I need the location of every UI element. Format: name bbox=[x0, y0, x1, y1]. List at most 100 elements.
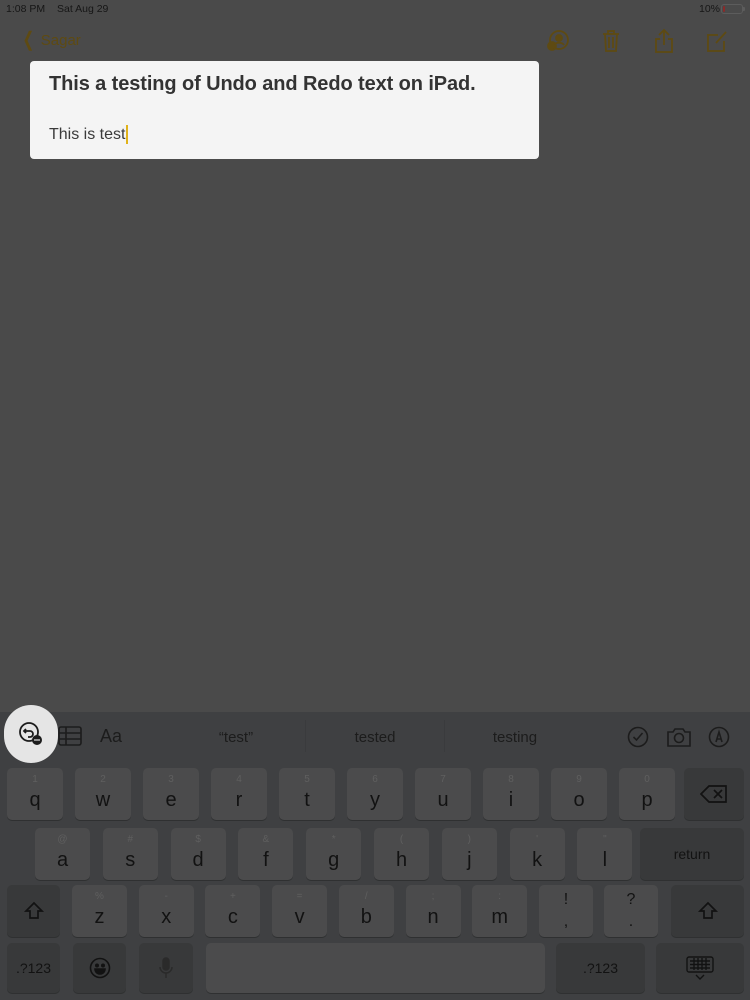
status-date: Sat Aug 29 bbox=[57, 3, 109, 15]
share-icon[interactable] bbox=[651, 28, 677, 54]
key-label: u bbox=[437, 789, 449, 811]
key-t[interactable]: 5t bbox=[279, 768, 335, 820]
key-label: a bbox=[56, 849, 69, 871]
key-label: q bbox=[29, 789, 41, 811]
key-secondary-label: 5 bbox=[304, 774, 310, 785]
key-a[interactable]: @ a bbox=[35, 828, 90, 880]
key-r[interactable]: 4r bbox=[211, 768, 267, 820]
key-e[interactable]: 3e bbox=[143, 768, 199, 820]
status-bar: 1:08 PM Sat Aug 29 10% bbox=[0, 0, 750, 20]
key-secondary-label: 2 bbox=[100, 774, 106, 785]
note-body-text: This is test bbox=[49, 125, 126, 143]
battery-level bbox=[723, 6, 725, 12]
key-d[interactable]: $ d bbox=[170, 828, 226, 880]
key-secondary-label: " bbox=[603, 834, 607, 845]
emoji-key[interactable] bbox=[73, 943, 126, 993]
key-l[interactable]: " l bbox=[577, 828, 633, 880]
status-time: 1:08 PM bbox=[6, 3, 46, 15]
key-j[interactable]: ) j bbox=[441, 828, 497, 880]
key-c[interactable]: + c bbox=[205, 885, 261, 937]
key-y[interactable]: 6y bbox=[347, 768, 403, 820]
suggestion-1[interactable]: “test” bbox=[176, 729, 296, 746]
key-v[interactable]: = v bbox=[272, 885, 328, 937]
keyboard-dismiss-icon bbox=[686, 956, 714, 980]
key-label: w bbox=[95, 789, 111, 811]
key-q[interactable]: 1q bbox=[7, 768, 63, 820]
key-secondary-label: 3 bbox=[168, 774, 174, 785]
key-label: n bbox=[427, 906, 439, 928]
key-secondary-label: ( bbox=[399, 834, 404, 845]
key-p[interactable]: 0p bbox=[619, 768, 675, 820]
key-b[interactable]: / b bbox=[338, 885, 394, 937]
key-secondary-label: & bbox=[262, 834, 270, 845]
key-label: p bbox=[641, 789, 653, 811]
key-label: z bbox=[94, 906, 105, 928]
key-label: b bbox=[360, 906, 372, 928]
suggestion-2[interactable]: tested bbox=[315, 729, 435, 746]
delete-key[interactable] bbox=[684, 768, 744, 820]
trash-icon[interactable] bbox=[598, 28, 624, 54]
key-x[interactable]: -x bbox=[138, 885, 194, 937]
key-i[interactable]: 8i bbox=[483, 768, 539, 820]
table-icon[interactable] bbox=[58, 726, 82, 751]
back-button[interactable]: ❮ Sagar bbox=[20, 30, 81, 50]
key-m[interactable]: :m bbox=[472, 885, 528, 937]
return-key[interactable]: return bbox=[640, 828, 744, 880]
key-label: c bbox=[227, 906, 238, 928]
key-n[interactable]: ; n bbox=[405, 885, 461, 937]
key-secondary-label: 9 bbox=[576, 774, 582, 785]
numbers-key-right[interactable]: .?123 bbox=[556, 943, 645, 993]
undo-button[interactable] bbox=[4, 705, 58, 763]
numbers-key-left[interactable]: .?123 bbox=[7, 943, 60, 993]
key-secondary-label: 4 bbox=[236, 774, 242, 785]
key-k[interactable]: ' k bbox=[509, 828, 565, 880]
space-bar[interactable] bbox=[206, 943, 545, 993]
key-label: y bbox=[370, 789, 380, 811]
key-secondary-label: $ bbox=[195, 834, 201, 845]
key-label: g bbox=[328, 849, 340, 871]
key-secondary-label: ) bbox=[467, 834, 471, 845]
shift-key-left[interactable] bbox=[7, 885, 60, 937]
back-label: Sagar bbox=[40, 31, 81, 49]
key-w[interactable]: 2w bbox=[75, 768, 131, 820]
key-u[interactable]: 7u bbox=[415, 768, 471, 820]
key-secondary-label: 1 bbox=[32, 774, 38, 785]
key-label: e bbox=[165, 789, 177, 811]
key-exclamation-comma[interactable]: !, bbox=[539, 885, 593, 937]
key-label: v bbox=[294, 906, 305, 928]
suggestion-3[interactable]: testing bbox=[455, 729, 575, 746]
key-z[interactable]: % z bbox=[72, 885, 127, 937]
note-editor[interactable]: This a testing of Undo and Redo text on … bbox=[30, 61, 539, 159]
key-h[interactable]: (h bbox=[374, 828, 429, 880]
key-top-label: ! bbox=[563, 891, 569, 908]
chevron-left-icon: ❮ bbox=[22, 29, 35, 51]
key-secondary-label: / bbox=[364, 891, 368, 902]
shift-key-right[interactable] bbox=[671, 885, 744, 937]
camera-icon[interactable] bbox=[666, 727, 692, 752]
key-secondary-label: : bbox=[498, 891, 502, 902]
key-secondary-label: 7 bbox=[440, 774, 446, 785]
key-secondary-label: - bbox=[164, 891, 168, 902]
note-title[interactable]: This a testing of Undo and Redo text on … bbox=[49, 73, 476, 96]
numbers-label: .?123 bbox=[15, 960, 52, 976]
battery-icon bbox=[721, 4, 745, 14]
checklist-icon[interactable] bbox=[627, 726, 649, 753]
key-label: d bbox=[192, 849, 204, 871]
compose-icon[interactable] bbox=[704, 28, 730, 54]
key-label: r bbox=[235, 789, 243, 811]
suggestion-divider bbox=[444, 720, 445, 752]
key-o[interactable]: 9o bbox=[551, 768, 607, 820]
note-body[interactable]: This is test bbox=[49, 125, 129, 144]
key-label: f bbox=[263, 849, 269, 871]
key-s[interactable]: # s bbox=[102, 828, 158, 880]
key-f[interactable]: & f bbox=[238, 828, 294, 880]
nav-bar: ❮ Sagar bbox=[0, 24, 750, 60]
format-button[interactable]: Aa bbox=[100, 726, 122, 747]
key-question-period[interactable]: ?. bbox=[604, 885, 658, 937]
key-label: x bbox=[161, 906, 172, 928]
markup-icon[interactable] bbox=[708, 726, 730, 753]
dismiss-keyboard-key[interactable] bbox=[656, 943, 744, 993]
dictation-key[interactable] bbox=[139, 943, 193, 993]
add-person-icon[interactable] bbox=[545, 28, 571, 54]
key-g[interactable]: * g bbox=[306, 828, 362, 880]
